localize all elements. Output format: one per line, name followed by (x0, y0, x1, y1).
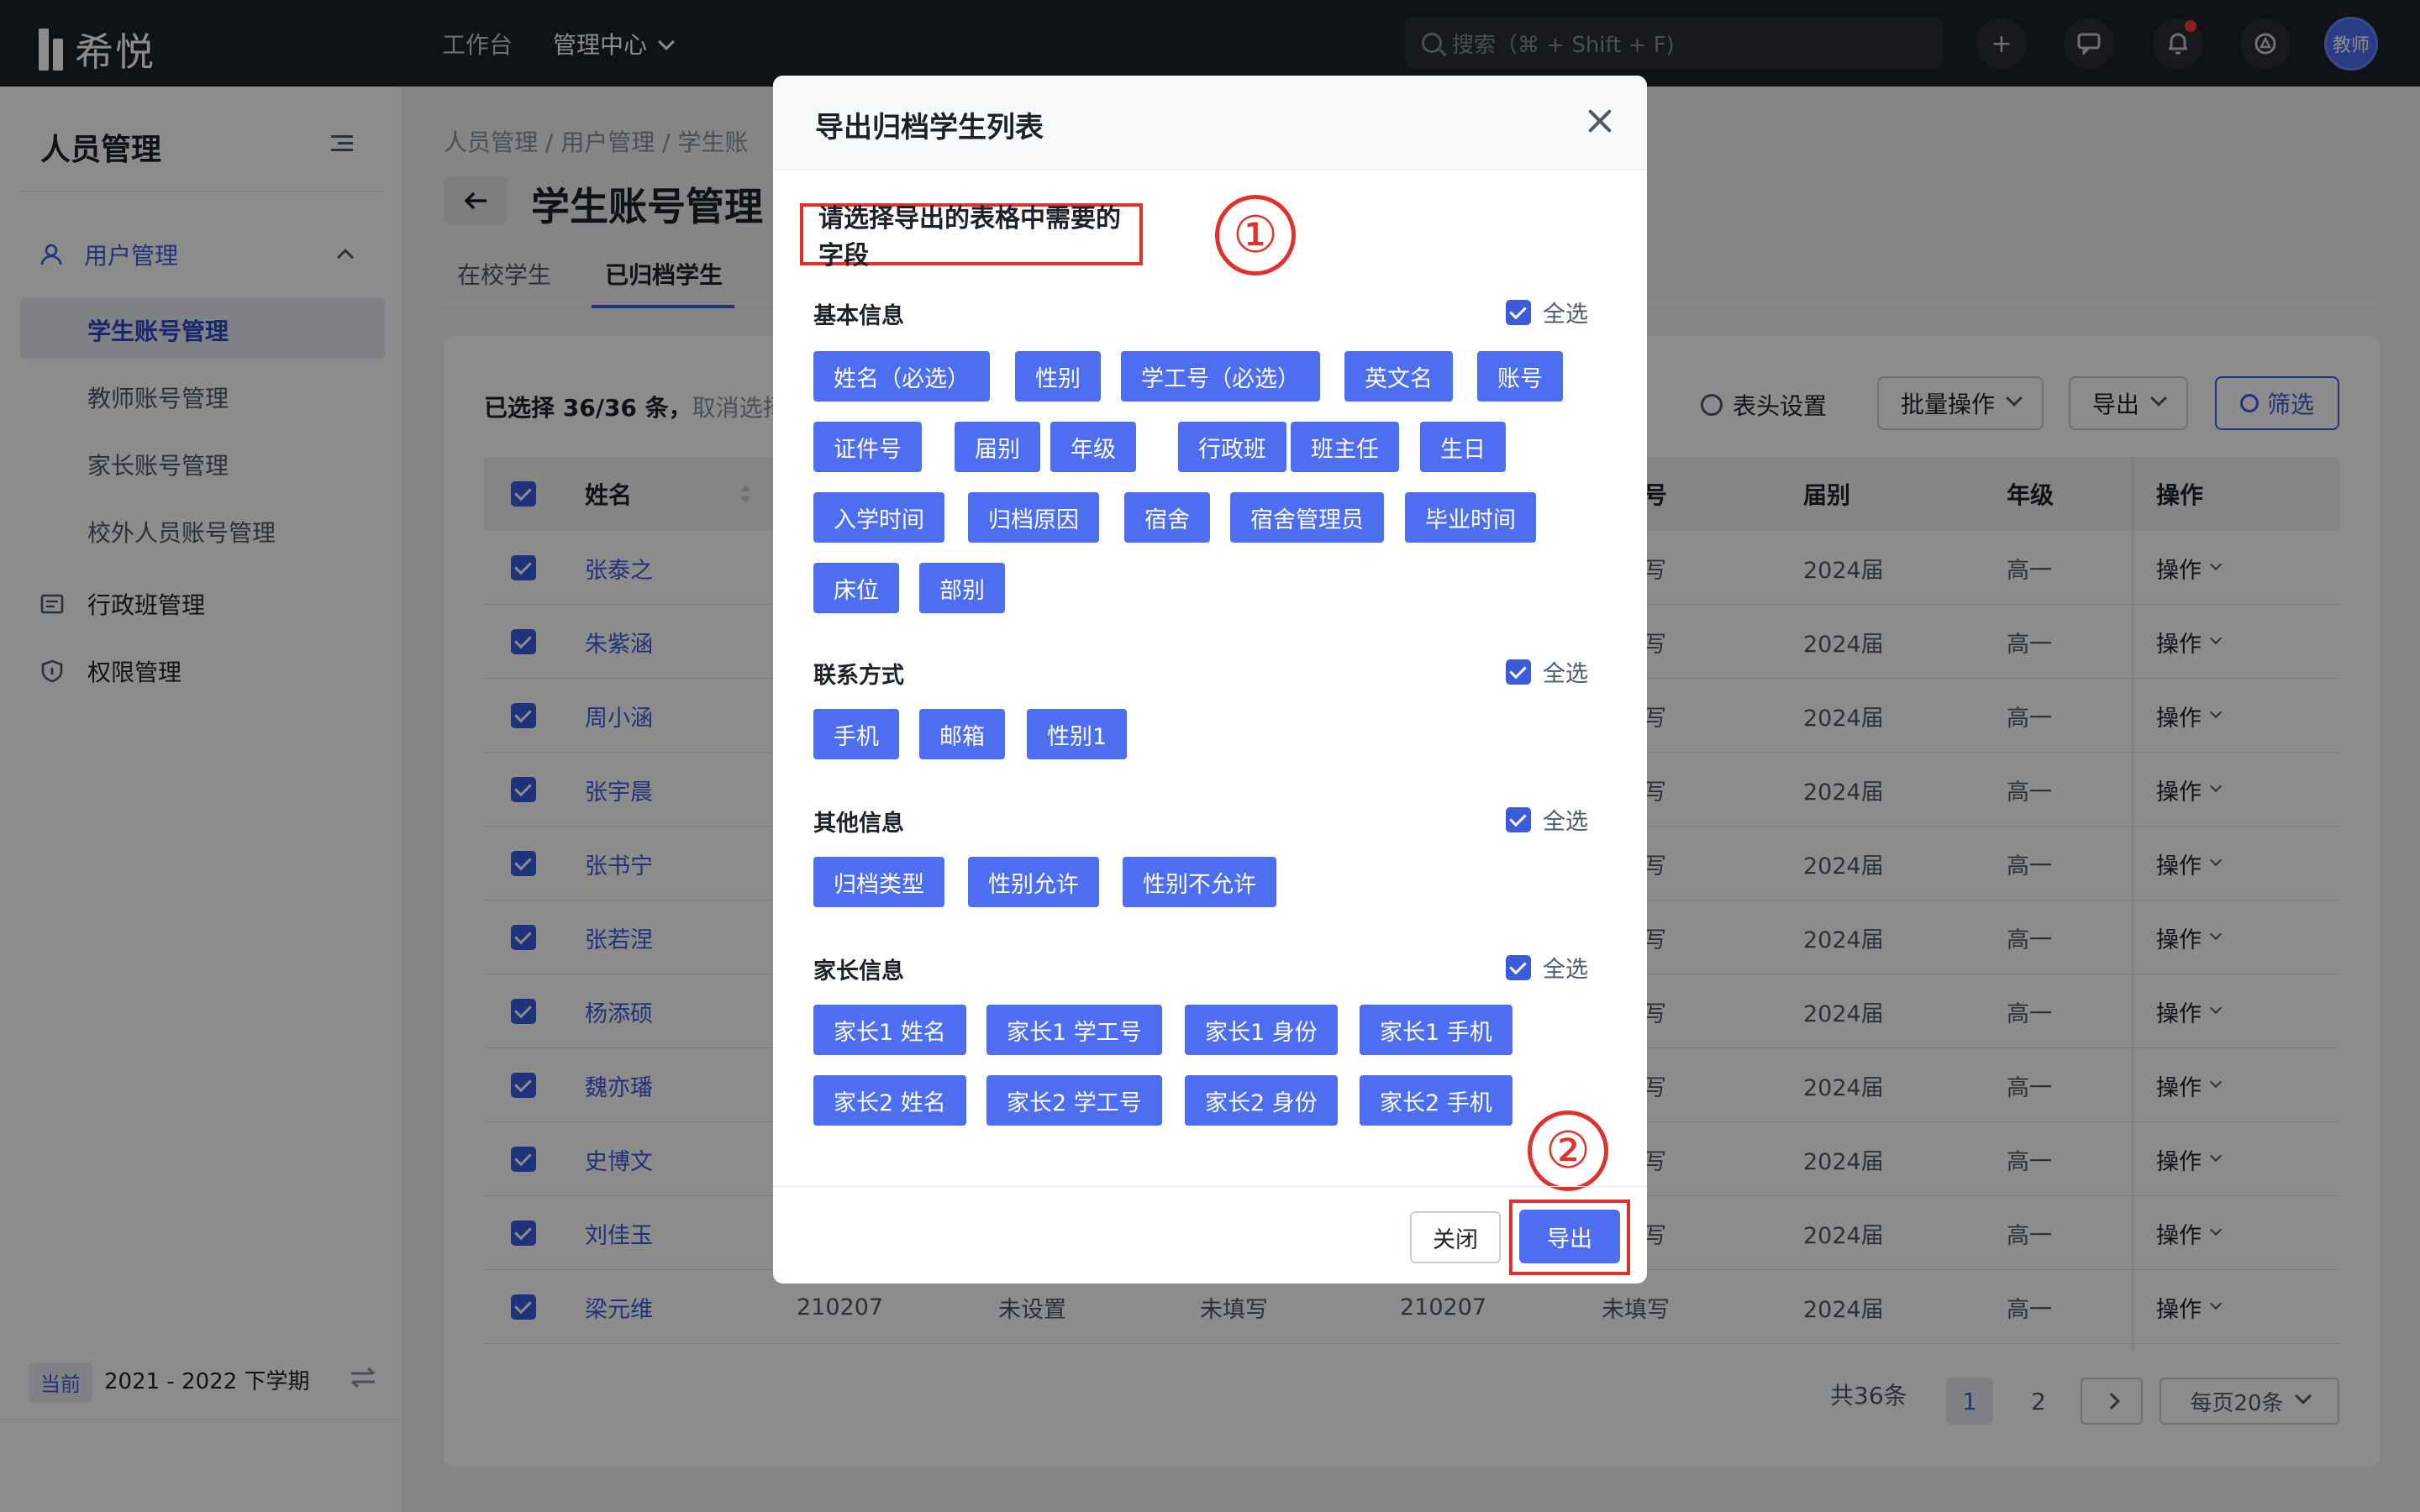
select-all-basic[interactable]: 全选 (1506, 296, 1588, 328)
field-tag-parent[interactable]: 家长1 学工号 (986, 1005, 1162, 1055)
close-button[interactable]: 关闭 (1410, 1211, 1501, 1263)
checkbox-checked-icon (1506, 954, 1531, 980)
modal-title: 导出归档学生列表 (815, 111, 1044, 144)
step-marker-2: ② (1528, 1110, 1608, 1191)
section-title-basic: 基本信息 (813, 303, 904, 329)
section-title-parent: 家长信息 (813, 958, 904, 984)
field-tag-parent[interactable]: 家长2 学工号 (986, 1075, 1162, 1126)
select-all-label: 全选 (1543, 809, 1588, 835)
select-all-label: 全选 (1543, 661, 1588, 687)
field-tag-parent[interactable]: 家长1 身份 (1185, 1005, 1338, 1055)
field-tag-basic[interactable]: 归档原因 (968, 492, 1099, 543)
select-all-other[interactable]: 全选 (1506, 803, 1588, 836)
field-tag-basic[interactable]: 证件号 (813, 422, 922, 472)
checkbox-checked-icon (1506, 659, 1531, 685)
select-all-label: 全选 (1543, 957, 1588, 983)
select-all-contact[interactable]: 全选 (1506, 655, 1588, 688)
export-archived-modal: 导出归档学生列表 请选择导出的表格中需要的字段 ① 基本信息 全选 姓名（必选） 性别… (773, 76, 1647, 1284)
field-tag-contact[interactable]: 邮箱 (919, 709, 1005, 759)
field-tag-parent[interactable]: 家长2 身份 (1185, 1075, 1338, 1126)
field-tag-parent[interactable]: 家长2 姓名 (813, 1075, 966, 1126)
field-tag-basic[interactable]: 宿舍管理员 (1230, 492, 1384, 543)
field-tag-basic[interactable]: 生日 (1420, 422, 1506, 472)
field-tag-basic[interactable]: 班主任 (1291, 422, 1399, 472)
field-instruction: 请选择导出的表格中需要的字段 (800, 203, 1143, 270)
field-tag-contact[interactable]: 手机 (813, 709, 899, 759)
section-title-contact: 联系方式 (813, 663, 904, 689)
modal-footer-divider (773, 1186, 1647, 1187)
field-tag-basic[interactable]: 部别 (919, 563, 1005, 613)
modal-header: 导出归档学生列表 (773, 76, 1647, 170)
field-tag-other[interactable]: 归档类型 (813, 857, 944, 907)
field-tag-basic[interactable]: 届别 (955, 422, 1040, 472)
field-tag-basic[interactable]: 性别 (1015, 351, 1101, 402)
field-tag-parent[interactable]: 家长1 姓名 (813, 1005, 966, 1055)
field-tag-other[interactable]: 性别允许 (968, 857, 1099, 907)
export-button[interactable]: 导出 (1519, 1210, 1620, 1263)
field-tag-basic[interactable]: 毕业时间 (1405, 492, 1536, 543)
field-tag-basic[interactable]: 行政班 (1178, 422, 1286, 472)
step-marker-1: ① (1215, 195, 1296, 276)
checkbox-checked-icon (1506, 806, 1531, 832)
field-tag-parent[interactable]: 家长2 手机 (1360, 1075, 1512, 1126)
field-tag-basic[interactable]: 床位 (813, 563, 899, 613)
field-tag-basic[interactable]: 姓名（必选） (813, 351, 990, 402)
field-tag-basic[interactable]: 账号 (1477, 351, 1563, 402)
checkbox-checked-icon (1506, 299, 1531, 325)
close-icon[interactable] (1585, 106, 1615, 136)
field-tag-contact[interactable]: 性别1 (1027, 709, 1128, 759)
select-all-parent[interactable]: 全选 (1506, 951, 1588, 984)
field-tag-basic[interactable]: 年级 (1050, 422, 1136, 472)
field-tag-parent[interactable]: 家长1 手机 (1360, 1005, 1512, 1055)
field-tag-basic[interactable]: 英文名 (1344, 351, 1453, 402)
field-tag-basic[interactable]: 入学时间 (813, 492, 944, 543)
field-tag-other[interactable]: 性别不允许 (1123, 857, 1276, 907)
select-all-label: 全选 (1543, 302, 1588, 328)
section-title-other: 其他信息 (813, 811, 904, 837)
field-tag-basic[interactable]: 学工号（必选） (1121, 351, 1320, 402)
field-tag-basic[interactable]: 宿舍 (1124, 492, 1210, 543)
